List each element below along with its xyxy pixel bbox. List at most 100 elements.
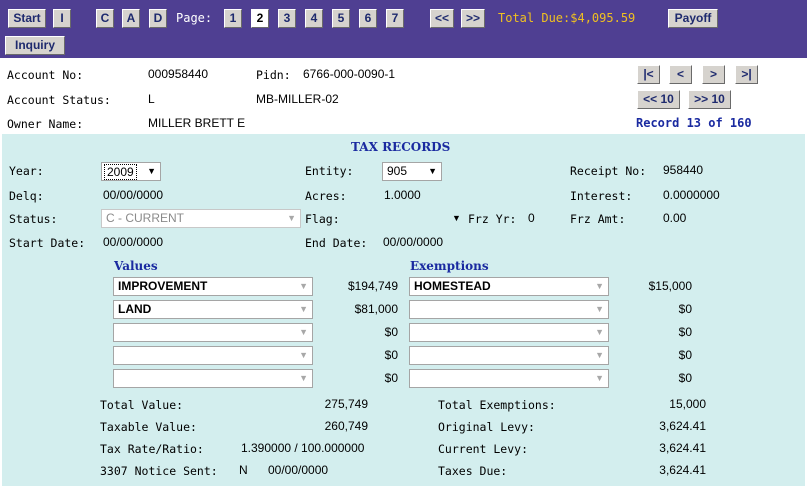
delq-label: Delq: bbox=[9, 189, 44, 203]
account-status-label: Account Status: bbox=[7, 93, 111, 107]
c-button[interactable]: C bbox=[96, 9, 114, 28]
status-value: C - CURRENT bbox=[106, 211, 184, 225]
tax-records-title: TAX RECORDS bbox=[351, 140, 451, 154]
value-type-select[interactable]: ▼ bbox=[113, 369, 313, 388]
page-6-button[interactable]: 6 bbox=[359, 9, 377, 28]
values-header: Values bbox=[114, 259, 158, 273]
receipt-label: Receipt No: bbox=[570, 164, 647, 178]
exemption-amount: $0 bbox=[678, 348, 692, 362]
prev-pages-button[interactable]: << bbox=[430, 9, 454, 28]
value-type-select[interactable]: ▼ bbox=[113, 323, 313, 342]
pidn-value: 6766-000-0090-1 bbox=[303, 67, 396, 81]
page-2-button[interactable]: 2 bbox=[251, 9, 269, 28]
flag-label: Flag: bbox=[305, 212, 340, 226]
value-amount: $0 bbox=[384, 371, 398, 385]
chevron-down-icon: ▼ bbox=[299, 281, 308, 291]
end-date-value: 00/00/0000 bbox=[383, 235, 444, 249]
tax-rate-value: 1.390000 / 100.000000 bbox=[241, 441, 365, 455]
i-button[interactable]: I bbox=[53, 9, 71, 28]
tax-records-panel: TAX RECORDS Year: 2009 ▼ Entity: 905 ▼ R… bbox=[2, 134, 805, 486]
value-type-select[interactable]: IMPROVEMENT ▼ bbox=[113, 277, 313, 296]
a-button[interactable]: A bbox=[122, 9, 140, 28]
exemption-amount: $15,000 bbox=[648, 279, 692, 293]
payoff-button[interactable]: Payoff bbox=[668, 9, 718, 28]
entity-select[interactable]: 905 ▼ bbox=[382, 162, 442, 181]
next-pages-button[interactable]: >> bbox=[461, 9, 485, 28]
exemption-type-select[interactable]: ▼ bbox=[409, 346, 609, 365]
current-levy-label: Current Levy: bbox=[438, 442, 529, 456]
tax-rate-label: Tax Rate/Ratio: bbox=[100, 442, 204, 456]
owner-name-label: Owner Name: bbox=[7, 117, 84, 131]
original-levy-value: 3,624.41 bbox=[659, 419, 706, 433]
exemptions-header: Exemptions bbox=[410, 259, 489, 273]
exemption-amount: $0 bbox=[678, 302, 692, 316]
last-record-button[interactable]: >| bbox=[735, 65, 758, 84]
value-amount: $81,000 bbox=[354, 302, 398, 316]
value-amount: $194,749 bbox=[347, 279, 398, 293]
page-4-button[interactable]: 4 bbox=[305, 9, 323, 28]
chevron-down-icon: ▼ bbox=[299, 304, 308, 314]
notice-sent-date: 00/00/0000 bbox=[268, 463, 329, 477]
start-button[interactable]: Start bbox=[8, 9, 46, 28]
value-type-select[interactable]: ▼ bbox=[113, 346, 313, 365]
exemption-type-select[interactable]: ▼ bbox=[409, 323, 609, 342]
page-3-button[interactable]: 3 bbox=[278, 9, 296, 28]
notice-sent-flag: N bbox=[239, 463, 248, 477]
next-record-button[interactable]: > bbox=[702, 65, 725, 84]
year-select[interactable]: 2009 ▼ bbox=[101, 162, 161, 181]
chevron-down-icon: ▼ bbox=[147, 166, 156, 176]
account-no-value: 000958440 bbox=[148, 67, 209, 81]
status-select[interactable]: C - CURRENT ▼ bbox=[101, 209, 301, 228]
exemption-type-select[interactable]: HOMESTEAD ▼ bbox=[409, 277, 609, 296]
page-7-button[interactable]: 7 bbox=[386, 9, 404, 28]
frz-yr-label: Frz Yr: bbox=[468, 212, 517, 226]
status-label: Status: bbox=[9, 212, 58, 226]
acres-value: 1.0000 bbox=[384, 188, 421, 202]
inquiry-button[interactable]: Inquiry bbox=[5, 36, 65, 55]
notice-sent-label: 3307 Notice Sent: bbox=[100, 464, 218, 478]
chevron-down-icon: ▼ bbox=[428, 166, 437, 176]
end-date-label: End Date: bbox=[305, 236, 368, 250]
start-date-value: 00/00/0000 bbox=[103, 235, 164, 249]
exemption-type-select[interactable]: ▼ bbox=[409, 300, 609, 319]
value-type-select[interactable]: LAND ▼ bbox=[113, 300, 313, 319]
total-value-label: Total Value: bbox=[100, 398, 184, 412]
value-amount: $0 bbox=[384, 348, 398, 362]
chevron-down-icon: ▼ bbox=[299, 327, 308, 337]
total-value: 275,749 bbox=[324, 397, 368, 411]
taxable-value: 260,749 bbox=[324, 419, 368, 433]
taxes-due-label: Taxes Due: bbox=[438, 464, 508, 478]
back-10-button[interactable]: << 10 bbox=[637, 90, 680, 109]
frz-amt-value: 0.00 bbox=[663, 211, 687, 225]
first-record-button[interactable]: |< bbox=[637, 65, 660, 84]
year-value: 2009 bbox=[104, 164, 137, 180]
current-levy-value: 3,624.41 bbox=[659, 441, 706, 455]
value-type-name: IMPROVEMENT bbox=[118, 279, 208, 293]
forward-10-button[interactable]: >> 10 bbox=[688, 90, 731, 109]
account-status-value: L bbox=[148, 92, 155, 106]
exemption-type-name: HOMESTEAD bbox=[414, 279, 491, 293]
exemption-amount: $0 bbox=[678, 325, 692, 339]
entity-label: Entity: bbox=[305, 164, 354, 178]
prev-record-button[interactable]: < bbox=[669, 65, 692, 84]
d-button[interactable]: D bbox=[149, 9, 167, 28]
mb-code: MB-MILLER-02 bbox=[256, 92, 339, 106]
acres-label: Acres: bbox=[305, 189, 347, 203]
chevron-down-icon: ▼ bbox=[595, 373, 604, 383]
record-counter: Record 13 of 160 bbox=[636, 116, 752, 130]
delq-value: 00/00/0000 bbox=[103, 188, 164, 202]
frz-yr-value: 0 bbox=[528, 211, 535, 225]
page-1-button[interactable]: 1 bbox=[224, 9, 242, 28]
chevron-down-icon: ▼ bbox=[595, 304, 604, 314]
original-levy-label: Original Levy: bbox=[438, 420, 535, 434]
receipt-value: 958440 bbox=[663, 163, 704, 177]
total-exemptions-label: Total Exemptions: bbox=[438, 398, 556, 412]
exemption-type-select[interactable]: ▼ bbox=[409, 369, 609, 388]
interest-label: Interest: bbox=[570, 189, 633, 203]
chevron-down-icon: ▼ bbox=[595, 281, 604, 291]
entity-value: 905 bbox=[387, 164, 408, 178]
chevron-down-icon: ▼ bbox=[299, 373, 308, 383]
year-label: Year: bbox=[9, 164, 44, 178]
flag-dropdown-icon[interactable]: ▼ bbox=[452, 213, 461, 223]
page-5-button[interactable]: 5 bbox=[332, 9, 350, 28]
